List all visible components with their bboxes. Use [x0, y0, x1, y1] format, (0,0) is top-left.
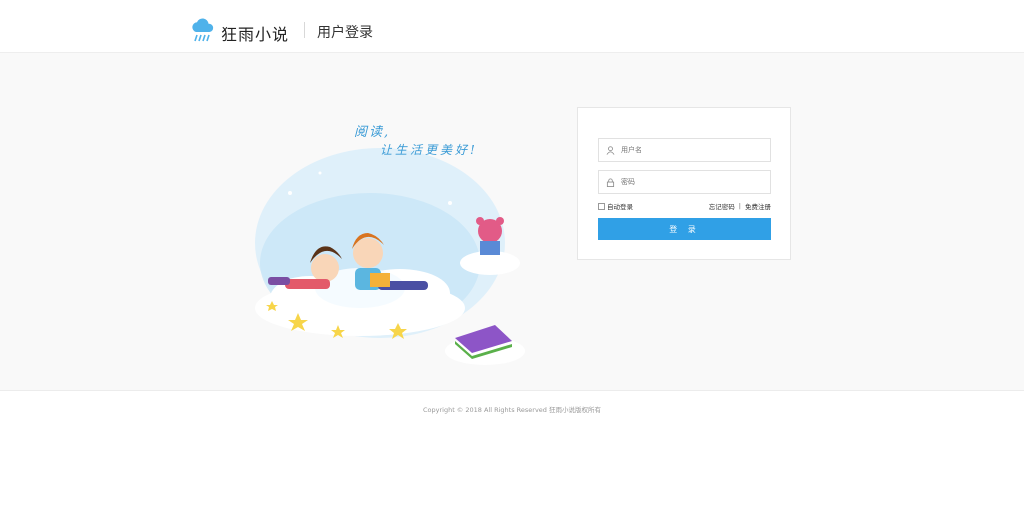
username-field[interactable] [598, 138, 771, 162]
top-header: 狂雨小说 用户登录 [0, 0, 1024, 53]
reading-illustration: 阅读, 让生活更美好! [250, 113, 535, 373]
lock-icon [599, 171, 621, 193]
link-separator: | [738, 202, 741, 210]
user-icon [599, 139, 621, 161]
login-button[interactable]: 登 录 [598, 218, 771, 240]
main-content: 阅读, 让生活更美好! 自动登录 [0, 53, 1024, 390]
login-panel: 自动登录 忘记密码 | 免费注册 登 录 [577, 107, 791, 260]
illustration-caption-line-1: 阅读, [354, 125, 391, 140]
forgot-password-link[interactable]: 忘记密码 [709, 201, 735, 211]
auto-login-label: 自动登录 [607, 203, 633, 211]
cloud-rain-icon[interactable] [191, 18, 215, 44]
auto-login-option[interactable]: 自动登录 [598, 201, 633, 211]
auto-login-checkbox[interactable] [598, 202, 605, 210]
header-divider [304, 22, 305, 38]
account-links: 忘记密码 | 免费注册 [709, 201, 771, 211]
page-title: 用户登录 [317, 25, 373, 41]
password-field[interactable] [598, 170, 771, 194]
login-options: 自动登录 忘记密码 | 免费注册 [598, 201, 771, 213]
password-input[interactable] [621, 172, 761, 192]
register-link[interactable]: 免费注册 [745, 201, 771, 211]
username-input[interactable] [621, 140, 761, 160]
site-brand-name[interactable]: 狂雨小说 [221, 21, 289, 45]
illustration-caption-line-2: 让生活更美好! [380, 143, 478, 157]
page-footer: Copyright © 2018 All Rights Reserved 狂雨小… [0, 390, 1024, 516]
copyright-text: Copyright © 2018 All Rights Reserved 狂雨小… [422, 406, 601, 414]
